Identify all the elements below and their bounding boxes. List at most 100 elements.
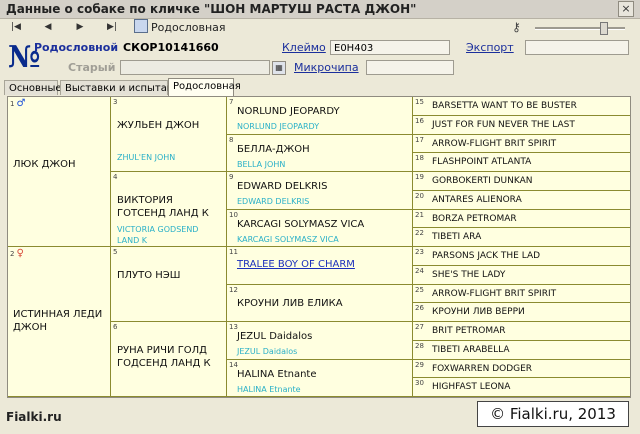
ancestor-number: 8 [229, 136, 233, 144]
ancestor-name: TIBETI ARABELLA [432, 345, 510, 355]
microchip-field[interactable] [366, 60, 454, 75]
pedigree-cell-gen2[interactable]: 5 ПЛУТО НЭШ [111, 247, 227, 322]
ancestor-latin-name: EDWARD DELKRIS [237, 197, 310, 206]
ancestor-number: 21 [415, 211, 424, 219]
ancestor-name: БЕЛЛА-ДЖОН [237, 144, 310, 155]
next-record-button[interactable]: ▶ [70, 20, 90, 34]
ancestor-name[interactable]: TRALEE BOY OF CHARM [237, 258, 409, 271]
ancestor-number: 6 [113, 323, 117, 331]
pedigree-cell-gen4[interactable]: 28 TIBETI ARABELLA [413, 341, 630, 360]
pedigree-cell-gen3[interactable]: 13 JEZUL Daidalos JEZUL Daidalos [227, 322, 413, 360]
old-number-field[interactable] [120, 60, 270, 75]
pedigree-cell-gen4[interactable]: 30 HIGHFAST LEONA [413, 378, 630, 397]
ancestor-name: HALINA Etnante [237, 369, 317, 380]
ancestor-number-text: 15 [415, 98, 424, 106]
zoom-slider-thumb[interactable] [600, 22, 608, 35]
pedigree-cell-gen2[interactable]: 3 ЖУЛЬЕН ДЖОН ZHUL'EN JOHN [111, 97, 227, 172]
export-field[interactable] [525, 40, 629, 55]
ancestor-number-text: 6 [113, 323, 118, 331]
ancestor-name: BORZA PETROMAR [432, 214, 517, 224]
pedigree-cell-gen1[interactable]: 1 ♂ ЛЮК ДЖОН [8, 97, 111, 247]
pedigree-cell-gen4[interactable]: 27 BRIT PETROMAR [413, 322, 630, 341]
microchip-link[interactable]: Микрочипа [294, 61, 359, 74]
ancestor-number: 2 ♀ [10, 248, 24, 259]
tab-basic[interactable]: Основные [4, 80, 62, 95]
ancestor-name: BARSETTA WANT TO BE BUSTER [432, 101, 577, 111]
first-record-button[interactable]: |◀ [6, 20, 26, 34]
pedigree-cell-gen4[interactable]: 25 ARROW-FLIGHT BRIT SPIRIT [413, 285, 630, 303]
prev-record-button[interactable]: ◀ [38, 20, 58, 34]
pedigree-cell-gen4[interactable]: 16 JUST FOR FUN NEVER THE LAST [413, 116, 630, 135]
ancestor-number: 11 [229, 248, 238, 256]
calendar-icon[interactable]: ▦ [272, 61, 286, 75]
ancestor-number-text: 5 [113, 248, 118, 256]
pedigree-cell-gen4[interactable]: 17 ARROW-FLIGHT BRIT SPIRIT [413, 135, 630, 153]
ancestor-number-text: 24 [415, 267, 424, 275]
pedigree-cell-gen4[interactable]: 19 GORBOKERTI DUNKAN [413, 172, 630, 191]
ancestor-name: TIBETI ARA [432, 232, 482, 242]
ancestor-latin-name: BELLA JOHN [237, 160, 286, 169]
pedigree-cell-gen4[interactable]: 24 SHE'S THE LADY [413, 266, 630, 285]
ancestor-number: 22 [415, 229, 424, 237]
pedigree-cell-gen4[interactable]: 21 BORZA PETROMAR [413, 210, 630, 228]
pedigree-icon [134, 19, 148, 33]
pedigree-cell-gen3[interactable]: 9 EDWARD DELKRIS EDWARD DELKRIS [227, 172, 413, 210]
pedigree-cell-gen2[interactable]: 6 РУНА РИЧИ ГОЛД ГОДСЕНД ЛАНД К [111, 322, 227, 397]
pedigree-toolbar-button[interactable]: Родословная [134, 19, 226, 35]
pedigree-cell-gen3[interactable]: 12 КРОУНИ ЛИВ ЕЛИКА [227, 285, 413, 322]
ancestor-number-text: 25 [415, 286, 424, 294]
pedigree-cell-gen4[interactable]: 22 TIBETI ARA [413, 228, 630, 247]
pedigree-cell-gen3[interactable]: 7 NORLUND JEOPARDY NORLUND JEOPARDY [227, 97, 413, 135]
tab-pedigree[interactable]: Родословная [168, 78, 241, 96]
pedigree-cell-gen4[interactable]: 15 BARSETTA WANT TO BE BUSTER [413, 97, 630, 116]
pedigree-cell-gen4[interactable]: 29 FOXWARREN DODGER [413, 360, 630, 378]
kleimo-link[interactable]: Клеймо [282, 41, 326, 54]
ancestor-number-text: 28 [415, 342, 424, 350]
old-number-label: Старый [68, 61, 116, 74]
pedigree-cell-gen4[interactable]: 20 ANTARES ALIENORA [413, 191, 630, 210]
pedigree-cell-gen4[interactable]: 18 FLASHPOINT ATLANTA [413, 153, 630, 172]
ancestor-number-text: 3 [113, 98, 118, 106]
ancestor-number-text: 19 [415, 173, 424, 181]
ancestor-name: GORBOKERTI DUNKAN [432, 176, 533, 186]
pedigree-cell-gen4[interactable]: 26 КРОУНИ ЛИВ ВЕРРИ [413, 303, 630, 322]
ancestor-name: JEZUL Daidalos [237, 331, 313, 342]
ancestor-name: PARSONS JACK THE LAD [432, 251, 541, 261]
key-icon[interactable]: ⚷ [512, 20, 521, 34]
window-title: Данные о собаке по кличке "ШОН МАРТУШ РА… [6, 2, 417, 16]
ancestor-latin-name: KARCAGI SOLYMASZ VICA [237, 235, 339, 244]
pedigree-number-label: Родословной [34, 41, 119, 54]
close-icon[interactable]: × [618, 1, 634, 17]
ancestor-number-text: 27 [415, 323, 424, 331]
ancestor-number-text: 26 [415, 304, 424, 312]
pedigree-number-field[interactable]: СКОР10141660 [120, 40, 270, 55]
pedigree-cell-gen3[interactable]: 8 БЕЛЛА-ДЖОН BELLA JOHN [227, 135, 413, 172]
ancestor-number: 1 ♂ [10, 98, 25, 109]
ancestor-number: 4 [113, 173, 117, 181]
ancestor-number: 12 [229, 286, 238, 294]
pedigree-cell-gen2[interactable]: 4 ВИКТОРИЯ ГОТСЕНД ЛАНД К VICTORIA GODSEND… [111, 172, 227, 247]
pedigree-cell-gen4[interactable]: 23 PARSONS JACK THE LAD [413, 247, 630, 266]
ancestor-latin-name: VICTORIA GODSEND LAND K [117, 225, 199, 245]
ancestor-number: 3 [113, 98, 117, 106]
pedigree-toolbar-label: Родословная [151, 21, 226, 34]
zoom-slider-track[interactable] [535, 27, 625, 30]
site-watermark: Fialki.ru [6, 410, 62, 424]
ancestor-number: 9 [229, 173, 233, 181]
ancestor-latin-name: JEZUL Daidalos [237, 347, 298, 356]
ancestor-number: 17 [415, 136, 424, 144]
ancestor-number-text: 16 [415, 117, 424, 125]
pedigree-cell-gen3[interactable]: 10 KARCAGI SOLYMASZ VICA KARCAGI SOLYMASZ … [227, 210, 413, 247]
pedigree-cell-gen1[interactable]: 2 ♀ ИСТИННАЯ ЛЕДИ ДЖОН [8, 247, 111, 397]
ancestor-number-text: 21 [415, 211, 424, 219]
ancestor-number: 24 [415, 267, 424, 275]
tab-shows[interactable]: Выставки и испытания [60, 80, 186, 95]
ancestor-latin-name: HALINA Etnante [237, 385, 301, 394]
last-record-button[interactable]: ▶| [102, 20, 122, 34]
ancestor-name: FLASHPOINT ATLANTA [432, 157, 532, 167]
export-link[interactable]: Экспорт [466, 41, 514, 54]
ancestor-name: ПЛУТО НЭШ [117, 270, 181, 281]
pedigree-cell-gen3[interactable]: 11 TRALEE BOY OF CHARM [227, 247, 413, 285]
pedigree-cell-gen3[interactable]: 14 HALINA Etnante HALINA Etnante [227, 360, 413, 397]
kleimo-field[interactable]: E0H403 [330, 40, 450, 55]
